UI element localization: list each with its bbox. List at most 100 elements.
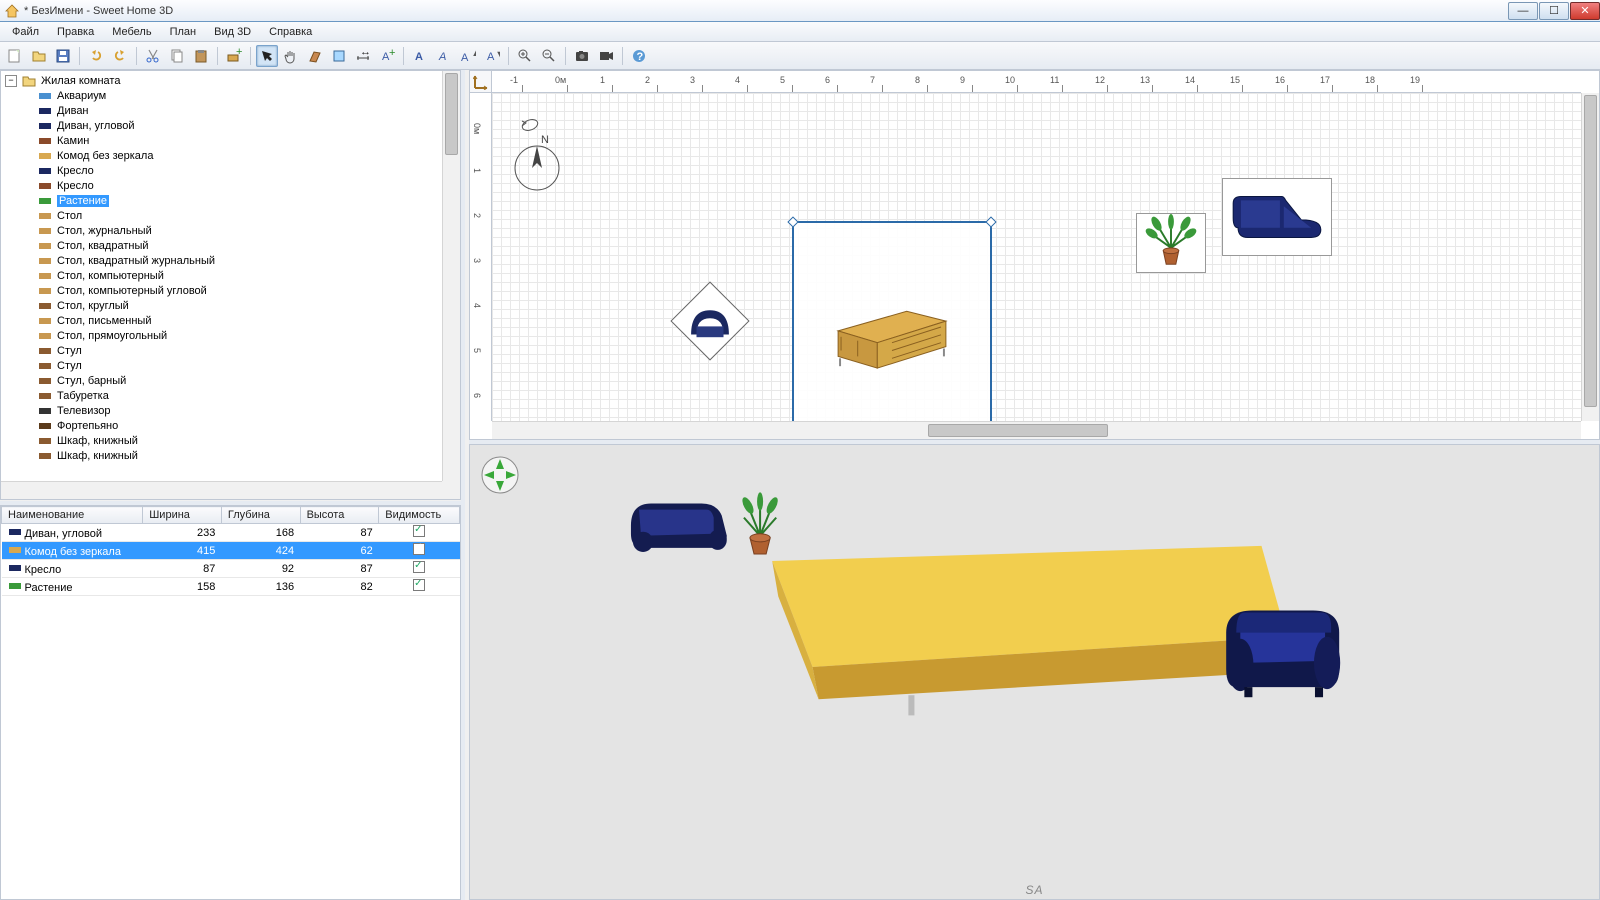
redo-button[interactable] — [109, 45, 131, 67]
menu-help[interactable]: Справка — [261, 24, 320, 40]
undo-button[interactable] — [85, 45, 107, 67]
open-button[interactable] — [28, 45, 50, 67]
tree-item[interactable]: Шкаф, книжный — [1, 448, 442, 463]
menu-3dview[interactable]: Вид 3D — [206, 24, 259, 40]
3d-navigation-compass[interactable] — [480, 455, 520, 495]
pan-tool-button[interactable] — [280, 45, 302, 67]
tree-item[interactable]: Кресло — [1, 163, 442, 178]
plan-vertical-scrollbar[interactable] — [1581, 93, 1599, 421]
visibility-checkbox[interactable] — [413, 525, 425, 537]
close-button[interactable]: ✕ — [1570, 2, 1600, 20]
plan-object-corner-sofa[interactable] — [1222, 178, 1332, 256]
menu-edit[interactable]: Правка — [49, 24, 102, 40]
tree-item[interactable]: Стол, компьютерный угловой — [1, 283, 442, 298]
tree-item[interactable]: Диван — [1, 103, 442, 118]
tree-item[interactable]: Стул — [1, 358, 442, 373]
3d-view[interactable]: SA — [469, 444, 1600, 900]
compass-indicator[interactable]: N — [512, 113, 562, 196]
tree-item-label: Стол, журнальный — [57, 225, 152, 237]
tree-item[interactable]: Комод без зеркала — [1, 148, 442, 163]
window-controls: — ☐ ✕ — [1507, 2, 1600, 20]
tree-item[interactable]: Стол, квадратный журнальный — [1, 253, 442, 268]
svg-text:A: A — [461, 52, 469, 64]
plan-object-plant[interactable] — [1136, 213, 1206, 273]
visibility-checkbox[interactable] — [413, 561, 425, 573]
tree-item[interactable]: Стул, барный — [1, 373, 442, 388]
tree-item[interactable]: Растение — [1, 193, 442, 208]
catalog-tree[interactable]: − Жилая комната АквариумДиванДиван, угло… — [1, 71, 442, 481]
video-button[interactable] — [595, 45, 617, 67]
create-dimension-button[interactable]: ↔ — [352, 45, 374, 67]
col-depth[interactable]: Глубина — [221, 507, 300, 524]
bold-button[interactable]: A — [409, 45, 431, 67]
col-visible[interactable]: Видимость — [379, 507, 460, 524]
tree-item[interactable]: Камин — [1, 133, 442, 148]
furniture-icon — [37, 314, 53, 328]
plan-canvas[interactable]: N — [492, 93, 1581, 421]
select-tool-button[interactable] — [256, 45, 278, 67]
plan-view[interactable]: -10м12345678910111213141516171819 0м1234… — [469, 70, 1600, 440]
tree-item[interactable]: Телевизор — [1, 403, 442, 418]
furniture-icon — [37, 239, 53, 253]
visibility-checkbox[interactable] — [413, 543, 425, 555]
folder-icon — [21, 74, 37, 88]
col-name[interactable]: Наименование — [2, 507, 143, 524]
menu-furniture[interactable]: Мебель — [104, 24, 159, 40]
new-button[interactable] — [4, 45, 26, 67]
furniture-table[interactable]: Наименование Ширина Глубина Высота Видим… — [1, 506, 460, 596]
tree-item[interactable]: Табуретка — [1, 388, 442, 403]
photo-button[interactable] — [571, 45, 593, 67]
svg-text:+: + — [236, 48, 242, 58]
tree-category[interactable]: − Жилая комната — [1, 73, 442, 88]
catalog-horizontal-scrollbar[interactable] — [1, 481, 442, 499]
table-row[interactable]: Растение15813682 — [2, 578, 460, 596]
table-row[interactable]: Комод без зеркала41542462 — [2, 542, 460, 560]
table-row[interactable]: Диван, угловой23316887 — [2, 524, 460, 542]
tree-item[interactable]: Стул — [1, 343, 442, 358]
plan-object-dresser-selected[interactable] — [792, 221, 992, 421]
menu-file[interactable]: Файл — [4, 24, 47, 40]
tree-item-label: Стол, компьютерный — [57, 270, 164, 282]
tree-item-label: Стол, письменный — [57, 315, 151, 327]
catalog-vertical-scrollbar[interactable] — [442, 71, 460, 481]
plan-horizontal-scrollbar[interactable] — [492, 421, 1581, 439]
col-width[interactable]: Ширина — [143, 507, 222, 524]
horizontal-ruler: -10м12345678910111213141516171819 — [492, 71, 1581, 93]
tree-item[interactable]: Стол, журнальный — [1, 223, 442, 238]
tree-item[interactable]: Диван, угловой — [1, 118, 442, 133]
tree-item[interactable]: Стол, круглый — [1, 298, 442, 313]
tree-item-label: Стол — [57, 210, 82, 222]
decrease-font-button[interactable]: A▼ — [481, 45, 503, 67]
cut-button[interactable] — [142, 45, 164, 67]
create-walls-button[interactable] — [304, 45, 326, 67]
tree-item[interactable]: Стол, прямоугольный — [1, 328, 442, 343]
tree-item-label: Стул — [57, 345, 82, 357]
maximize-button[interactable]: ☐ — [1539, 2, 1569, 20]
tree-item[interactable]: Стол, компьютерный — [1, 268, 442, 283]
increase-font-button[interactable]: A▲ — [457, 45, 479, 67]
tree-item[interactable]: Кресло — [1, 178, 442, 193]
tree-item[interactable]: Стол — [1, 208, 442, 223]
create-room-button[interactable] — [328, 45, 350, 67]
zoom-in-button[interactable] — [514, 45, 536, 67]
add-furniture-button[interactable]: + — [223, 45, 245, 67]
tree-item[interactable]: Стол, квадратный — [1, 238, 442, 253]
menu-plan[interactable]: План — [162, 24, 205, 40]
furniture-icon — [37, 179, 53, 193]
tree-item[interactable]: Фортепьяно — [1, 418, 442, 433]
italic-button[interactable]: A — [433, 45, 455, 67]
visibility-checkbox[interactable] — [413, 579, 425, 591]
save-button[interactable] — [52, 45, 74, 67]
tree-item[interactable]: Стол, письменный — [1, 313, 442, 328]
minimize-button[interactable]: — — [1508, 2, 1538, 20]
col-height[interactable]: Высота — [300, 507, 379, 524]
create-text-button[interactable]: A+ — [376, 45, 398, 67]
expand-toggle-icon[interactable]: − — [5, 75, 17, 87]
help-button[interactable]: ? — [628, 45, 650, 67]
tree-item[interactable]: Шкаф, книжный — [1, 433, 442, 448]
paste-button[interactable] — [190, 45, 212, 67]
table-row[interactable]: Кресло879287 — [2, 560, 460, 578]
copy-button[interactable] — [166, 45, 188, 67]
tree-item[interactable]: Аквариум — [1, 88, 442, 103]
zoom-out-button[interactable] — [538, 45, 560, 67]
